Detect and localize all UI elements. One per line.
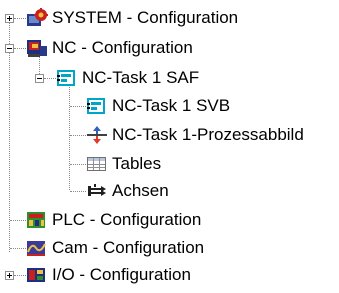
tree-item-nc[interactable]: NC - Configuration [26,36,193,60]
tree-connector-h [44,78,56,79]
tree-connector-h [70,191,86,192]
process-image-icon [86,125,108,145]
system-config-icon [26,8,48,28]
tree-item-achsen[interactable]: Achsen [86,179,169,203]
table-icon [86,154,108,174]
tree-item-label: Achsen [112,181,169,200]
tree-connector-root [9,22,10,252]
nc-task-icon [86,96,108,116]
cam-config-icon [26,238,48,258]
tree-item-label: Cam - Configuration [52,238,205,257]
expand-system-toggle[interactable] [5,14,14,23]
tree-item-nc-task-svb[interactable]: NC-Task 1 SVB [86,94,230,118]
io-config-icon [26,265,48,285]
tree-item-system[interactable]: SYSTEM - Configuration [26,6,238,30]
tree-item-label: NC-Task 1 SAF [82,68,200,87]
nc-task-icon [56,68,78,88]
tree-connector-h [70,135,86,136]
tree-item-prozessabbild[interactable]: NC-Task 1-Prozessabbild [86,123,304,147]
tree-item-label: PLC - Configuration [52,210,202,229]
tree-connector-h [70,164,86,165]
configuration-tree: SYSTEM - Configuration NC - Configuratio… [0,0,339,293]
tree-connector-h [70,106,86,107]
axes-icon [86,181,108,201]
tree-item-label: SYSTEM - Configuration [52,8,239,27]
collapse-nc-toggle[interactable] [5,44,14,53]
expand-io-toggle[interactable] [5,271,14,280]
tree-connector-h [10,248,26,249]
tree-connector-h [10,220,26,221]
tree-item-cam[interactable]: Cam - Configuration [26,236,204,260]
plc-config-icon [26,210,48,230]
tree-item-io[interactable]: I/O - Configuration [26,263,191,287]
tree-connector-task [69,84,70,190]
tree-item-tables[interactable]: Tables [86,152,161,176]
tree-item-nc-task-saf[interactable]: NC-Task 1 SAF [56,66,199,90]
tree-connector-h [14,275,26,276]
tree-item-label: Tables [112,154,162,173]
tree-connector-h [14,18,26,19]
tree-item-label: NC-Task 1 SVB [112,96,231,115]
tree-item-plc[interactable]: PLC - Configuration [26,208,201,232]
collapse-task-saf-toggle[interactable] [35,74,44,83]
tree-item-label: I/O - Configuration [52,265,191,284]
tree-item-label: NC-Task 1-Prozessabbild [112,125,304,144]
nc-config-icon [26,38,48,58]
tree-item-label: NC - Configuration [52,38,193,57]
tree-connector-h [14,48,26,49]
